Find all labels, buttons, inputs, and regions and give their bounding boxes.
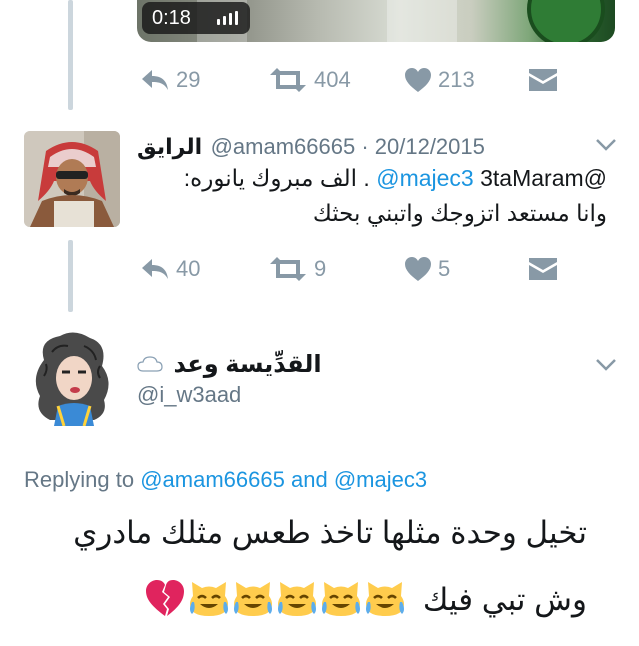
display-name[interactable]: الرايق	[137, 134, 202, 159]
direct-message-button[interactable]	[528, 256, 558, 282]
like-count: 5	[438, 256, 451, 281]
retweet-count: 404	[314, 67, 351, 92]
heart-icon	[404, 256, 432, 282]
tweet1-actions: 29 404 213	[140, 67, 560, 97]
replying-and: and	[290, 467, 328, 492]
chevron-down-icon[interactable]	[595, 358, 617, 377]
replying-user-2[interactable]: @majec3	[334, 467, 427, 492]
cloud-icon	[137, 353, 163, 383]
reply-count: 40	[176, 256, 201, 281]
envelope-icon	[528, 256, 558, 282]
tweet3-text-line2: وش تبي فيك	[144, 578, 587, 626]
tweet2-text-line1: . الف مبروك يانوره: @majec3 3taMaram@	[184, 165, 607, 192]
tweet2-actions: 40 9 5	[140, 256, 560, 286]
volume-bars-icon	[217, 11, 241, 25]
display-name[interactable]: القدِّيسة وعد	[173, 351, 321, 378]
emoji-row	[144, 578, 406, 626]
avatar-alrayeq[interactable]	[24, 131, 120, 227]
thread-line-middle	[68, 240, 73, 312]
handle[interactable]: @i_w3aad	[137, 381, 241, 409]
retweet-icon	[268, 256, 308, 282]
broken-heart-icon	[144, 578, 186, 626]
tweet2-text-line2: وانا مستعد اتزوجك واتبني بحثك	[312, 200, 607, 226]
retweet-count: 9	[314, 256, 327, 281]
tweet-text-rest: . الف مبروك يانوره:	[183, 165, 370, 191]
retweet-button[interactable]: 404	[268, 67, 351, 93]
like-button[interactable]: 213	[404, 67, 475, 93]
crying-laughing-cat-icon	[188, 578, 230, 626]
retweet-icon	[268, 67, 308, 93]
thread-line-top	[68, 0, 73, 110]
direct-message-button[interactable]	[528, 67, 558, 93]
reply-icon	[140, 67, 170, 93]
crying-laughing-cat-icon	[364, 578, 406, 626]
replying-to-line: Replying to @amam66665 and @majec3	[24, 467, 427, 493]
crying-laughing-cat-icon	[276, 578, 318, 626]
reply-button[interactable]: 40	[140, 256, 200, 282]
like-count: 213	[438, 67, 475, 92]
mention-link[interactable]: @majec3	[376, 165, 474, 191]
retweet-button[interactable]: 9	[268, 256, 326, 282]
replying-user-1[interactable]: @amam66665	[140, 467, 285, 492]
crying-laughing-cat-icon	[232, 578, 274, 626]
avatar-w3aad[interactable]	[24, 330, 120, 426]
replying-prefix: Replying to	[24, 467, 135, 492]
tweet3-name-row: القدِّيسة وعد	[137, 350, 322, 380]
tweet3-text-line2-words: وش تبي فيك	[422, 582, 587, 618]
crying-laughing-cat-icon	[320, 578, 362, 626]
reply-button[interactable]: 29	[140, 67, 200, 93]
video-duration: 0:18	[152, 7, 191, 29]
heart-icon	[404, 67, 432, 93]
reply-icon	[140, 256, 170, 282]
like-button[interactable]: 5	[404, 256, 450, 282]
envelope-icon	[528, 67, 558, 93]
reply-count: 29	[176, 67, 201, 92]
tweet2-header: الرايق @amam66665 · 20/12/2015	[137, 132, 485, 162]
video-duration-badge: 0:18	[142, 2, 250, 34]
handle-and-date[interactable]: @amam66665 · 20/12/2015	[211, 134, 485, 159]
tweet3-text-line1: تخيل وحدة مثلها تاخذ طعس مثلك مادري	[73, 515, 587, 550]
mention-plain[interactable]: 3taMaram@	[480, 165, 607, 191]
chevron-down-icon[interactable]	[595, 138, 617, 157]
